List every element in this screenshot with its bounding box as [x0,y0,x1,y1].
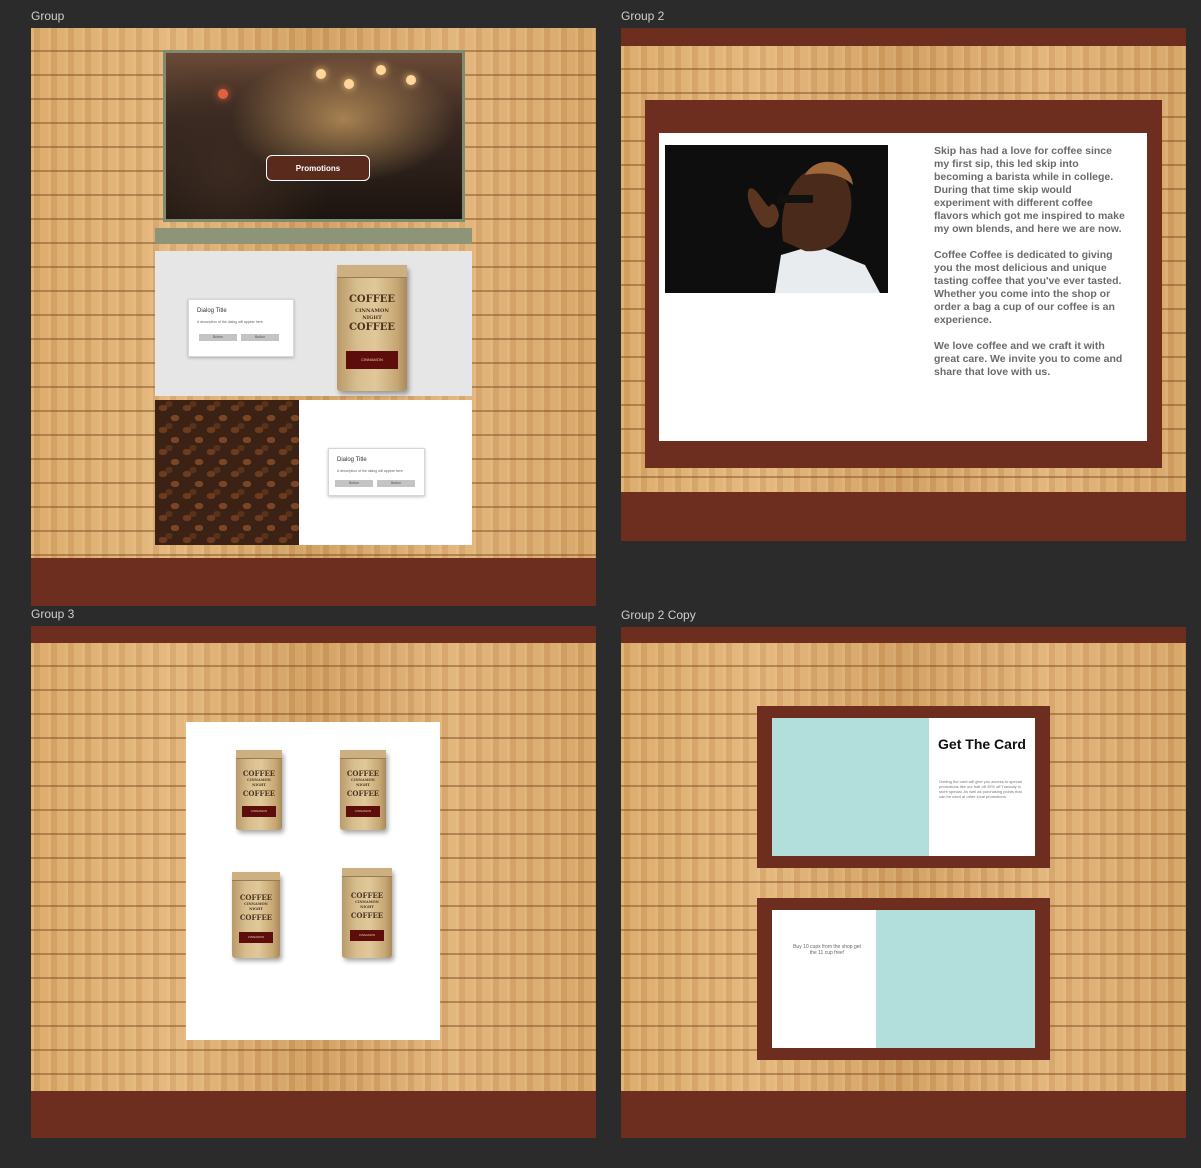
offer-image-placeholder [876,910,1035,1048]
bag-label: NIGHT [249,907,263,911]
footer-band [621,492,1186,541]
dialog-title: Dialog Title [197,308,227,314]
bag-label: NIGHT [362,315,382,321]
coffee-bag[interactable]: COFFEE CINNAMON NIGHT COFFEE CINNAMON [342,868,392,958]
about-paragraph: Skip has had a love for coffee since my … [934,145,1125,235]
coffee-bag: COFFEE CINNAMON NIGHT COFFEE CINNAMON [337,265,407,391]
card-title: Get The Card [938,736,1026,752]
product-panel: Dialog Title A description of the dialog… [155,251,472,396]
artboard-label-group[interactable]: Group [31,9,64,23]
bag-top [342,868,392,877]
artboard-label-group-3[interactable]: Group 3 [31,607,74,621]
bag-tag: CINNAMON [242,806,276,817]
dialog-description: A description of the dialog will appear … [197,320,264,324]
coffee-beans-image [155,400,299,545]
about-paragraph: We love coffee and we craft it with grea… [934,340,1123,378]
bag-label: NIGHT [356,783,370,787]
dialog-button[interactable]: Button [377,480,415,487]
about-text: Skip has had a love for coffee since my … [934,145,1129,392]
offer-text: Buy 10 cups from the shop get the 11 cup… [793,944,861,956]
bag-label: CINNAMON [247,778,271,782]
dialog-box: Dialog Title A description of the dialog… [328,448,425,496]
bag-tag: CINNAMON [346,351,398,369]
artboard-group-2-copy[interactable]: Get The Card Getting the card will give … [621,627,1186,1138]
bag-label: COFFEE [350,911,384,920]
footer-band [31,1091,596,1138]
bag-label: COFFEE [239,913,273,922]
promotions-button[interactable]: Promotions [266,155,370,181]
portrait-illustration [665,145,888,293]
bag-label: COFFEE [350,891,384,900]
artboard-group[interactable]: Promotions Dialog Title A description of… [31,28,596,606]
card-description: Getting the card will give you access to… [939,779,1022,799]
bag-top [340,750,386,759]
lamp-light [376,65,386,75]
lamp-light [406,75,416,85]
hero-image: Promotions [163,50,465,222]
product-grid-card: COFFEE CINNAMON NIGHT COFFEE CINNAMON CO… [186,722,440,1040]
footer-band [621,1091,1186,1138]
bag-label: COFFEE [239,893,273,902]
lamp-light [344,79,354,89]
portrait-image [665,145,888,293]
lamp-light [316,69,326,79]
card-image-placeholder [772,718,929,856]
bag-label: COFFEE [242,789,276,798]
artboard-label-group-2-copy[interactable]: Group 2 Copy [621,608,696,622]
bag-top [236,750,282,759]
card-promo[interactable]: Get The Card Getting the card will give … [772,718,1035,856]
dialog-description: A description of the dialog will appear … [337,469,404,473]
header-band [31,626,596,643]
header-band [621,627,1186,643]
bag-tag: CINNAMON [346,806,380,817]
bag-label: COFFEE [348,294,396,305]
bag-label: CINNAMON [355,308,389,314]
coffee-bag[interactable]: COFFEE CINNAMON NIGHT COFFEE CINNAMON [340,750,386,830]
lamp-light [218,89,228,99]
bag-label: CINNAMON [244,902,268,906]
footer-band [31,558,596,606]
divider-bar [155,228,472,244]
artboard-label-group-2[interactable]: Group 2 [621,9,664,23]
coffee-bag[interactable]: COFFEE CINNAMON NIGHT COFFEE CINNAMON [232,872,280,958]
dialog-panel: Dialog Title A description of the dialog… [299,400,472,545]
coffee-bag[interactable]: COFFEE CINNAMON NIGHT COFFEE CINNAMON [236,750,282,830]
bag-label: COFFEE [346,789,380,798]
bag-tag: CINNAMON [239,932,273,943]
offer-card[interactable]: Buy 10 cups from the shop get the 11 cup… [772,910,1035,1048]
bag-label: CINNAMON [355,900,379,904]
header-band [621,28,1186,46]
bag-label: CINNAMON [351,778,375,782]
dialog-button[interactable]: Button [241,334,279,341]
bag-top [232,872,280,881]
dialog-button[interactable]: Button [335,480,373,487]
bag-top [337,265,407,278]
artboard-group-3[interactable]: COFFEE CINNAMON NIGHT COFFEE CINNAMON CO… [31,626,596,1138]
bag-label: NIGHT [252,783,266,787]
bag-tag: CINNAMON [350,930,384,941]
bag-label: NIGHT [360,905,374,909]
bag-label: COFFEE [348,322,396,333]
dialog-box: Dialog Title A description of the dialog… [188,299,294,357]
bag-label: COFFEE [242,769,276,778]
artboard-group-2[interactable]: Skip has had a love for coffee since my … [621,28,1186,541]
dialog-button[interactable]: Button [199,334,237,341]
dialog-title: Dialog Title [337,457,367,463]
bag-label: COFFEE [346,769,380,778]
about-paragraph: Coffee Coffee is dedicated to giving you… [934,249,1122,326]
